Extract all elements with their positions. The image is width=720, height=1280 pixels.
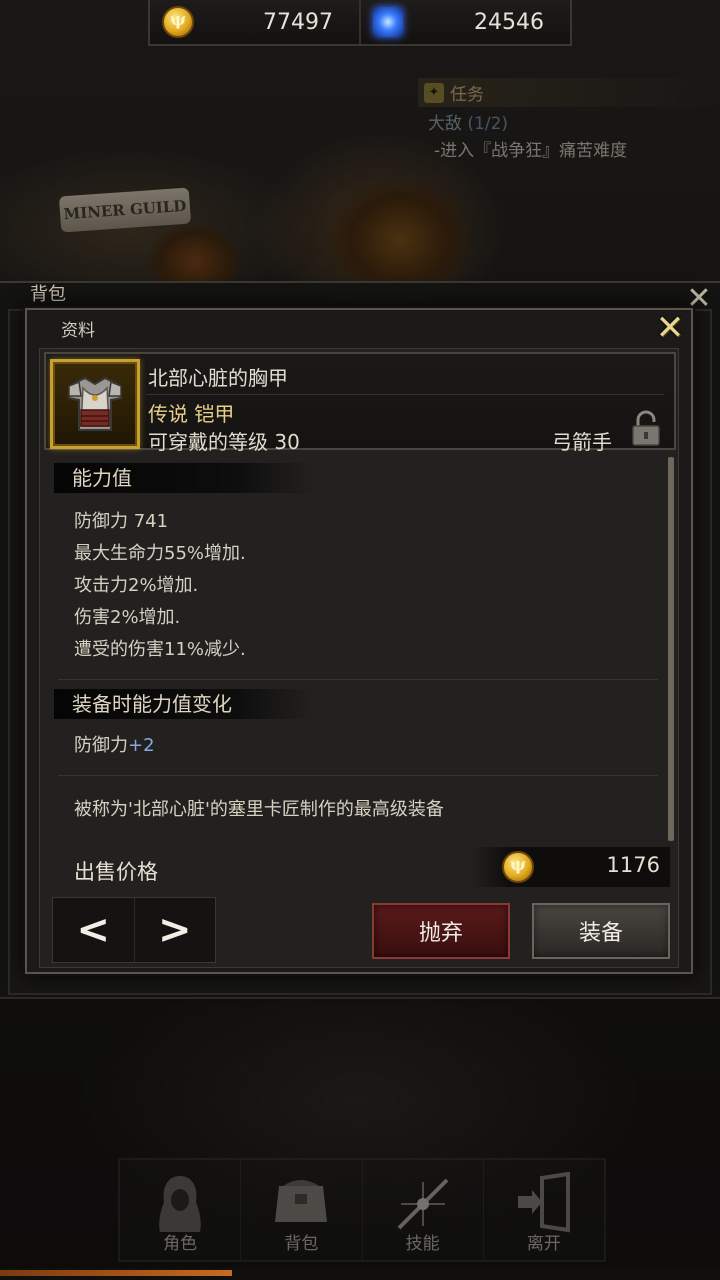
tab-label: 离开 xyxy=(526,1234,561,1254)
background-debris xyxy=(150,225,240,285)
gold-amount: 77497 xyxy=(263,9,333,35)
stats-header: 能力值 xyxy=(54,463,314,493)
gold-coin-icon xyxy=(502,851,534,883)
item-name: 北部心脏的胸甲 xyxy=(148,366,288,390)
equip-change-label: 防御力 xyxy=(74,735,128,756)
bag-icon xyxy=(275,1180,328,1222)
gem-counter: 24546 xyxy=(359,0,570,44)
quest-scroll-icon: ✦ xyxy=(424,82,444,103)
item-info-dialog: 资料 ✕ 北部心脏的胸甲 传说 铠甲 可穿戴的等级 30 弓箭手 能力值 防御力… xyxy=(25,308,693,974)
drop-button[interactable]: 抛弃 xyxy=(372,903,510,959)
stats-scrollbar[interactable] xyxy=(668,457,674,841)
gem-amount: 24546 xyxy=(474,9,544,35)
stat-line: 防御力 741 xyxy=(74,511,169,532)
item-header-divider xyxy=(146,394,664,395)
sell-price-box: 1176 xyxy=(470,847,670,887)
bottom-tab-bar: 角色 背包 技能 离开 xyxy=(118,1158,606,1262)
item-icon-frame xyxy=(50,359,140,449)
stat-line: 遭受的伤害11%减少. xyxy=(74,639,246,660)
tab-character[interactable]: 角色 xyxy=(120,1160,242,1260)
divider xyxy=(58,775,658,776)
item-grade-type: 传说 铠甲 xyxy=(148,402,235,426)
dialog-title: 资料 xyxy=(61,321,95,341)
tab-label: 技能 xyxy=(405,1234,440,1254)
divider xyxy=(58,679,658,680)
dialog-body: 北部心脏的胸甲 传说 铠甲 可穿戴的等级 30 弓箭手 能力值 防御力 741 … xyxy=(39,348,679,968)
backpack-title: 背包 xyxy=(30,284,66,305)
currency-bar: 77497 24546 xyxy=(148,0,572,46)
gold-coin-icon xyxy=(162,6,194,38)
quest-tracker[interactable]: ✦ 任务 大敌 (1/2) -进入『战争狂』痛苦难度 xyxy=(418,78,720,161)
sell-price-value: 1176 xyxy=(606,853,660,877)
equip-button[interactable]: 装备 xyxy=(532,903,670,959)
quest-detail: -进入『战争狂』痛苦难度 xyxy=(434,141,628,161)
experience-bar xyxy=(0,1268,720,1280)
blue-gem-icon xyxy=(373,7,403,37)
item-stats: 能力值 防御力 741 最大生命力55%增加. 攻击力2%增加. 伤害2%增加.… xyxy=(46,457,660,843)
character-icon xyxy=(159,1176,201,1232)
dialog-close-icon[interactable]: ✕ xyxy=(653,311,687,346)
item-class: 弓箭手 xyxy=(552,430,612,454)
equip-change-value: +2 xyxy=(128,735,155,756)
quest-objective-name: 大敌 xyxy=(428,114,462,134)
stat-line: 伤害2%增加. xyxy=(74,607,181,628)
equip-change-header: 装备时能力值变化 xyxy=(54,689,314,719)
sell-price-label: 出售价格 xyxy=(74,860,158,884)
background-structure xyxy=(330,180,470,280)
prev-item-button[interactable]: < xyxy=(53,898,134,962)
item-description: 被称为'北部心脏'的塞里卡匠制作的最高级装备 xyxy=(74,799,444,820)
tab-exit[interactable]: 离开 xyxy=(484,1160,604,1260)
item-header: 北部心脏的胸甲 传说 铠甲 可穿戴的等级 30 弓箭手 xyxy=(44,352,676,454)
tab-skill[interactable]: 技能 xyxy=(363,1160,484,1260)
next-item-button[interactable]: > xyxy=(133,898,216,962)
quest-header: ✦ 任务 xyxy=(418,78,720,107)
gold-counter: 77497 xyxy=(150,0,359,44)
exit-icon xyxy=(517,1172,570,1233)
stat-line: 攻击力2%增加. xyxy=(74,575,199,596)
lock-icon[interactable] xyxy=(630,410,662,446)
item-nav: < > xyxy=(52,897,216,963)
tab-label: 背包 xyxy=(284,1234,319,1254)
tab-label: 角色 xyxy=(163,1234,198,1254)
equip-change-line: 防御力+2 xyxy=(74,731,155,757)
chest-armor-icon xyxy=(67,376,123,431)
quest-objective: 大敌 (1/2) xyxy=(418,109,720,134)
quest-progress: (1/2) xyxy=(467,114,509,134)
experience-fill xyxy=(0,1270,232,1276)
stat-line: 最大生命力55%增加. xyxy=(74,543,246,564)
quest-title: 任务 xyxy=(450,85,484,105)
item-wear-level: 可穿戴的等级 30 xyxy=(148,430,300,454)
skill-icon xyxy=(397,1178,449,1230)
tab-bag[interactable]: 背包 xyxy=(241,1160,363,1260)
